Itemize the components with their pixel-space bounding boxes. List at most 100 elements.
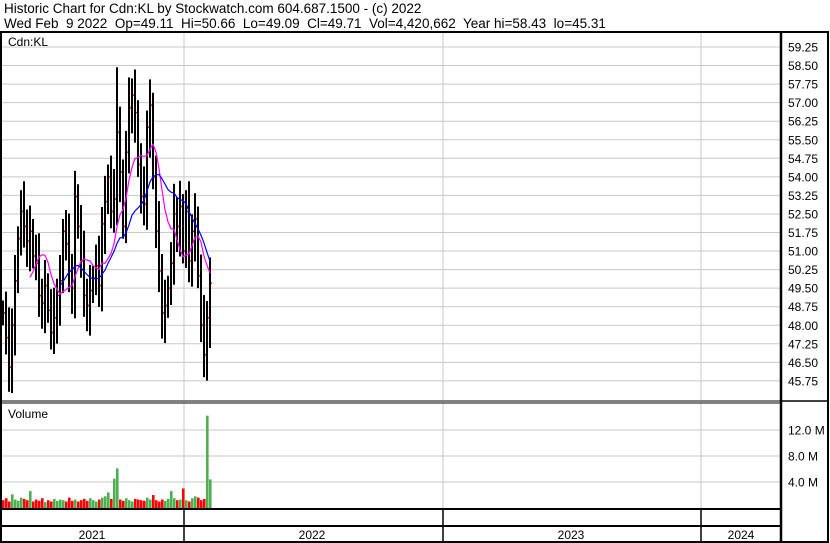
volume-bar [92,500,95,508]
volume-bar [122,500,125,508]
volume-bar [149,499,152,508]
price-axis-label: 55.50 [788,133,818,147]
volume-bar [152,495,155,508]
volume-bar [95,501,98,508]
volume-axis-label: 8.0 M [788,450,818,464]
volume-bar [143,500,146,508]
volume-bar [188,501,191,508]
moving-average-long [59,173,211,287]
year-label: 2023 [558,528,585,542]
volume-bar [41,498,44,508]
volume-bar [113,478,116,508]
volume-bar [104,496,107,508]
price-panel-title: Cdn:KL [8,35,48,49]
volume-bar [155,500,158,508]
year-label: 2021 [79,528,106,542]
volume-bar [98,499,101,508]
volume-bar [125,498,128,508]
price-axis-label: 54.00 [788,170,818,184]
volume-bar [173,498,176,508]
volume-bar [203,498,206,508]
volume-bar [191,498,194,508]
volume-bar [29,491,32,508]
volume-bar [8,501,11,508]
year-label: 2022 [299,528,326,542]
volume-bar [86,500,89,508]
volume-bar [185,500,188,508]
volume-bar [71,500,74,508]
price-axis-label: 51.75 [788,226,818,240]
price-axis-label: 46.50 [788,356,818,370]
volume-bar [110,498,113,508]
volume-bar [176,500,179,508]
volume-bar [158,501,161,508]
volume-bar [59,499,62,508]
volume-bar [23,498,26,508]
volume-bar [89,498,92,508]
volume-bar [140,500,143,508]
volume-bar [47,500,50,508]
volume-bar [38,500,41,508]
price-axis-label: 57.00 [788,96,818,110]
volume-bar [26,500,29,508]
volume-bar [200,500,203,508]
volume-bar [116,468,119,508]
volume-bar [32,501,35,508]
price-axis-label: 52.50 [788,207,818,221]
price-axis-label: 57.75 [788,78,818,92]
price-axis-label: 49.50 [788,282,818,296]
volume-bar [50,501,53,508]
volume-bar [17,500,20,508]
volume-bar [179,499,182,508]
volume-bar [107,492,110,508]
volume-bar [197,497,200,508]
price-axis-label: 58.50 [788,59,818,73]
price-axis-label: 59.25 [788,41,818,55]
chart-canvas: 59.25 58.50 57.75 57.00 56.25 55.50 54.75 54.00… [0,31,829,543]
price-axis-label: 53.25 [788,189,818,203]
volume-bar [119,499,122,508]
volume-bar [209,479,212,508]
volume-bar [14,499,17,508]
volume-bar [74,499,77,508]
volume-panel-title: Volume [8,407,48,421]
volume-bar [35,499,38,508]
volume-bar [65,501,68,508]
volume-bar [56,500,59,508]
year-label: 2024 [728,528,755,542]
volume-bar [161,499,164,508]
volume-bar [2,500,5,508]
volume-bar [131,501,134,508]
price-axis-label: 48.75 [788,300,818,314]
volume-bar [170,491,173,508]
price-axis-label: 54.75 [788,152,818,166]
volume-bar [167,498,170,508]
volume-bar [164,500,167,508]
price-axis-label: 50.25 [788,263,818,277]
price-axis-label: 47.25 [788,337,818,351]
volume-bar [44,502,47,508]
volume-bar [68,497,71,508]
price-axis-label: 45.75 [788,374,818,388]
price-axis-label: 51.00 [788,245,818,259]
price-axis-label: 56.25 [788,115,818,129]
volume-bar [146,497,149,508]
volume-bar [128,500,131,508]
stock-chart: Historic Chart for Cdn:KL by Stockwatch.… [0,0,830,543]
volume-bar [77,501,80,508]
volume-axis-label: 12.0 M [788,424,825,438]
volume-bar [194,496,197,508]
volume-bar [83,498,86,508]
volume-bar [101,497,104,508]
chart-frame [0,31,829,543]
volume-bar [80,500,83,508]
volume-bar [53,498,56,508]
volume-bar [5,498,8,508]
volume-bar [182,488,185,508]
volume-bar [20,497,23,508]
price-axis-label: 48.00 [788,319,818,333]
volume-bar [137,499,140,508]
volume-bar [62,500,65,508]
volume-bar [134,498,137,508]
volume-bar [206,415,209,508]
